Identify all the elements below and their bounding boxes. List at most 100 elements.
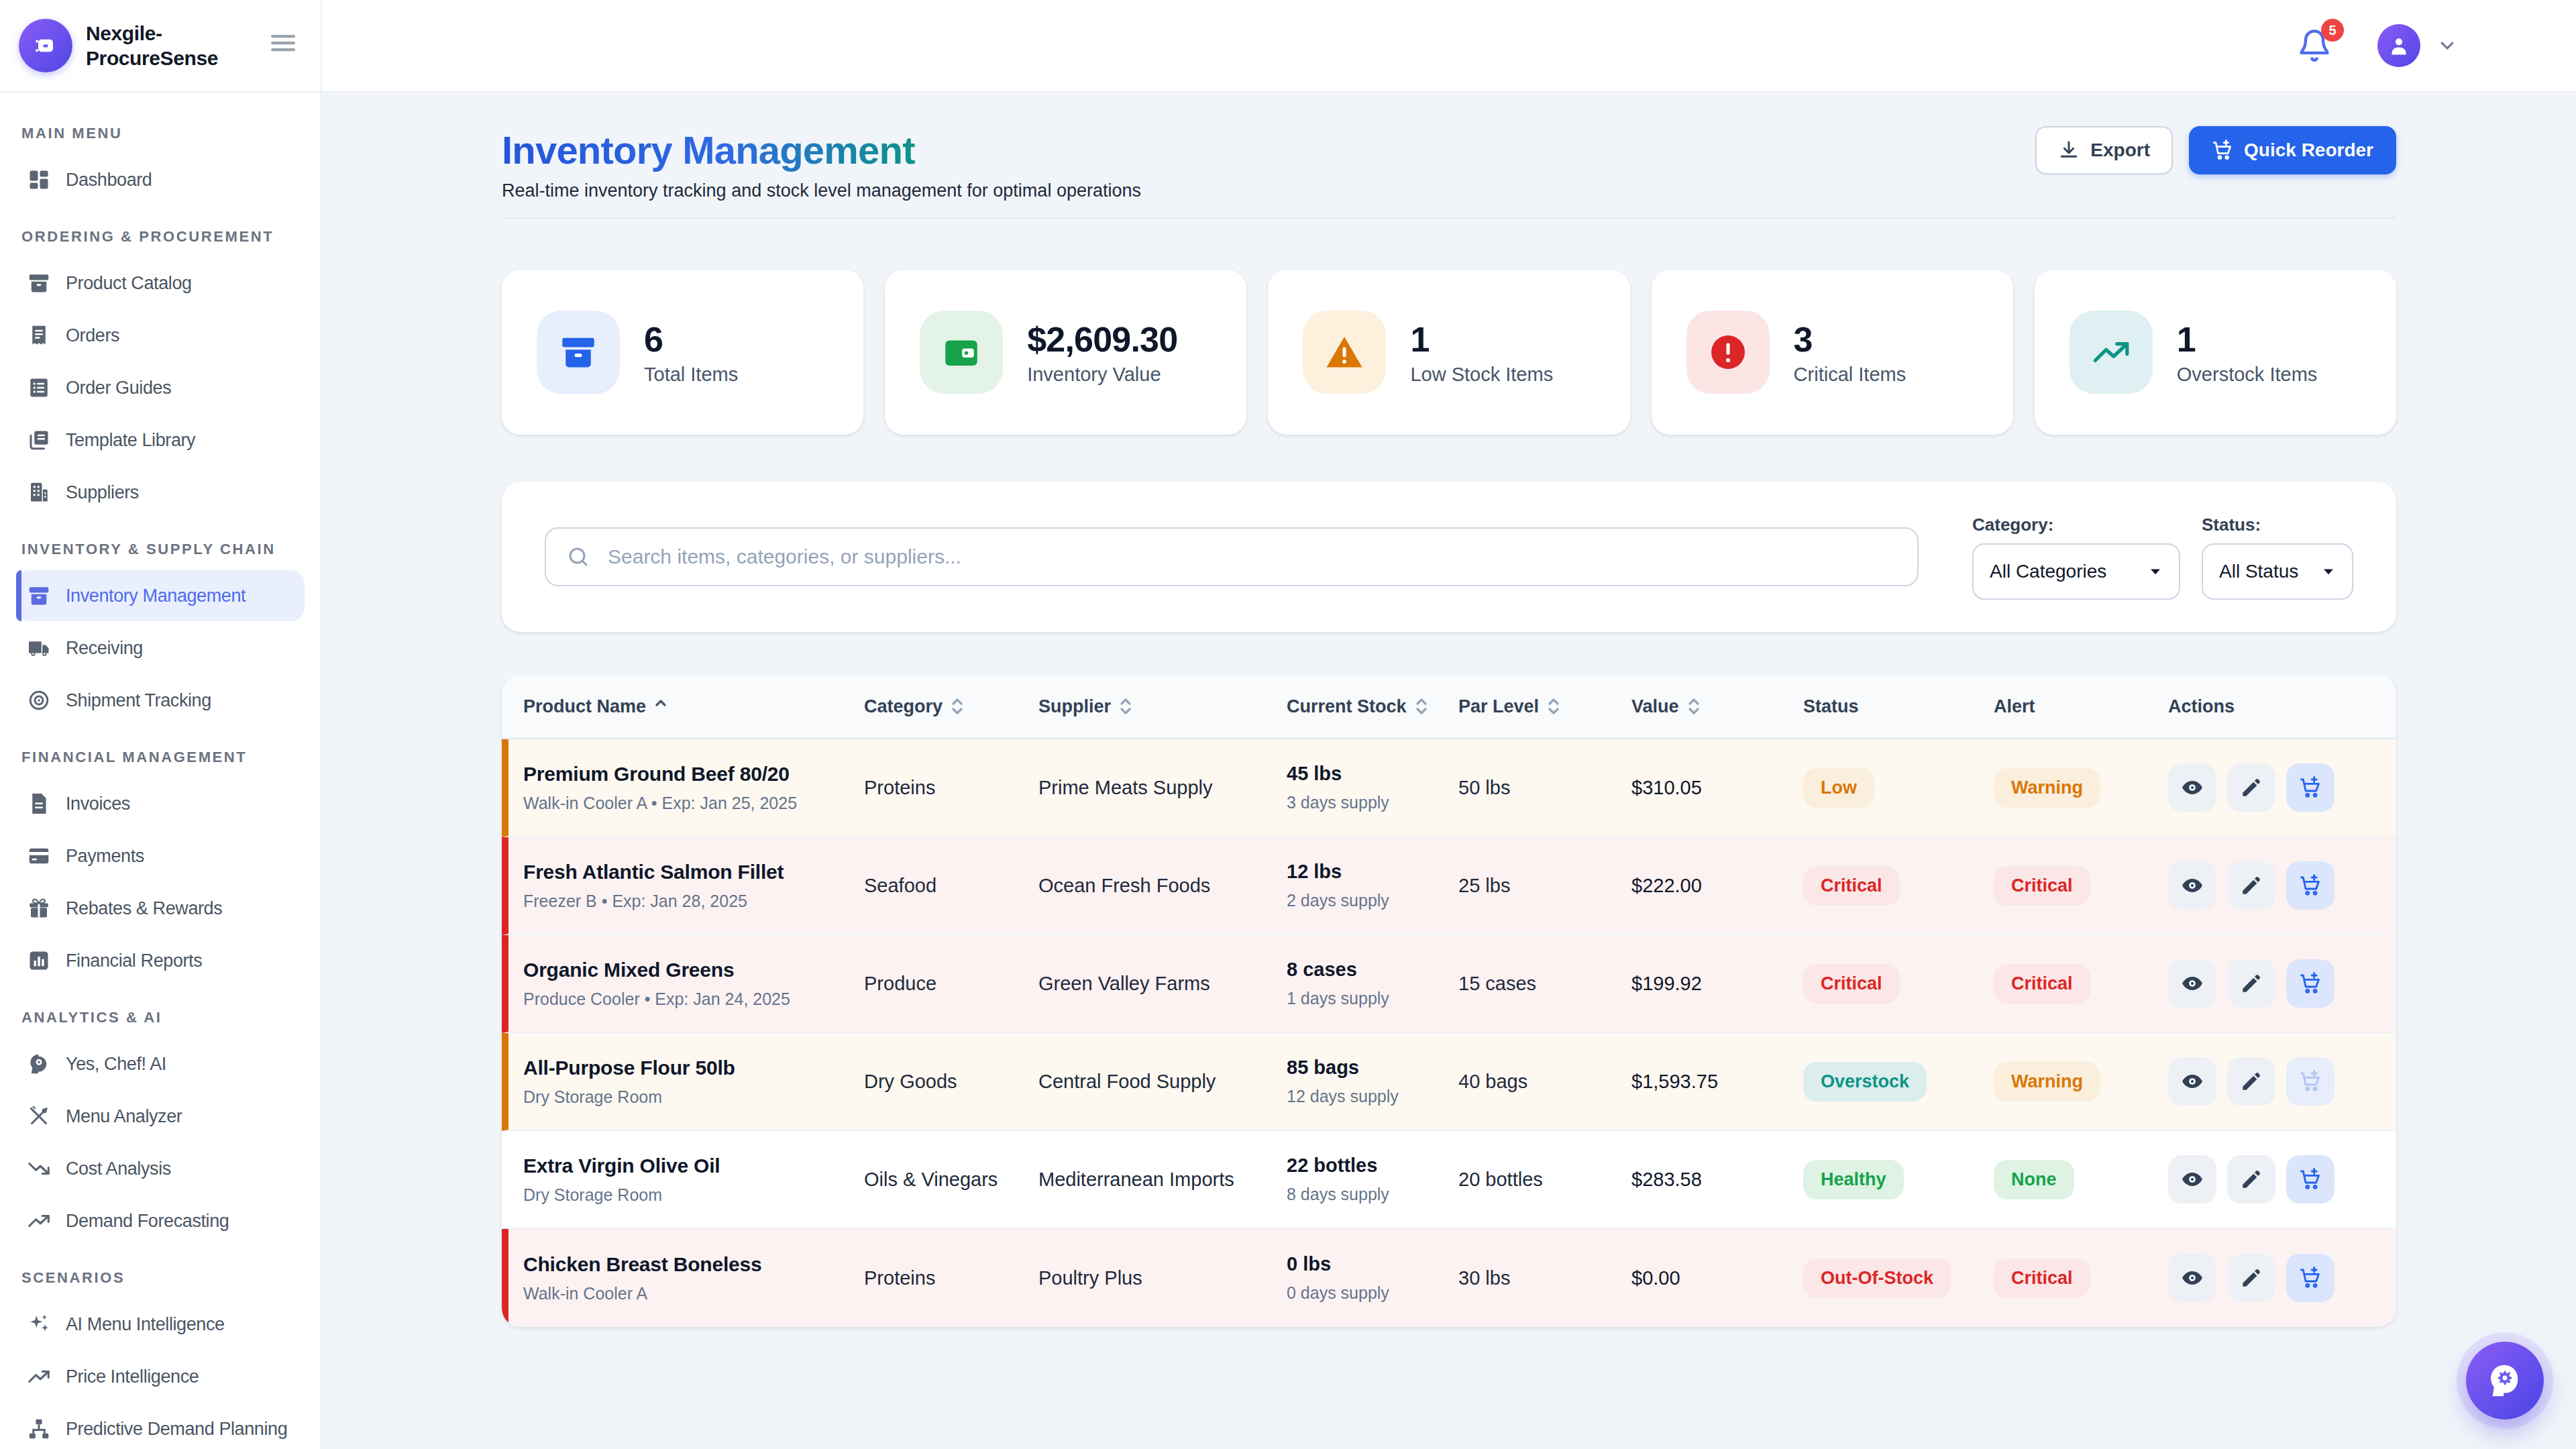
reorder-button[interactable] [2286,763,2334,812]
truck-icon [27,636,51,660]
reorder-button[interactable] [2286,1155,2334,1203]
sidebar-item-suppliers[interactable]: Suppliers [16,467,305,518]
radar-icon [27,688,51,712]
warning-triangle-icon [1303,311,1386,394]
sidebar-item-yes-chef-ai[interactable]: Yes, Chef! AI [16,1038,305,1089]
category-select[interactable]: All Categories [1972,543,2180,600]
reorder-button[interactable] [2286,1057,2334,1106]
notifications-button[interactable]: 5 [2297,28,2332,63]
column-header-supplier[interactable]: Supplier [1038,696,1287,717]
sidebar-item-receiving[interactable]: Receiving [16,623,305,674]
column-header-product-name[interactable]: Product Name [523,696,864,717]
stat-value: 6 [644,319,738,360]
product-name: Extra Virgin Olive Oil [523,1155,864,1177]
sidebar-item-ai-menu-intelligence[interactable]: AI Menu Intelligence [16,1299,305,1350]
edit-button[interactable] [2227,959,2275,1008]
trending-up-icon [27,1364,51,1389]
status-select[interactable]: All Status [2202,543,2353,600]
view-button[interactable] [2168,861,2216,910]
view-button[interactable] [2168,763,2216,812]
par-level-cell: 50 lbs [1458,777,1631,799]
view-button[interactable] [2168,1254,2216,1302]
stat-card-overstock-items: 1 Overstock Items [2035,270,2396,435]
current-stock: 85 bags [1287,1057,1458,1079]
product-meta: Walk-in Cooler A [523,1284,864,1303]
bar-chart-icon [27,949,51,973]
reorder-button[interactable] [2286,1254,2334,1302]
page: Inventory Management Real-time inventory… [322,93,2576,1449]
user-menu-chevron[interactable] [2436,35,2458,56]
sidebar-item-price-intelligence[interactable]: Price Intelligence [16,1351,305,1402]
view-button[interactable] [2168,959,2216,1008]
category-cell: Produce [864,973,1038,995]
column-header-alert: Alert [1994,696,2168,717]
sidebar-item-dashboard[interactable]: Dashboard [16,154,305,205]
sidebar-item-demand-forecasting[interactable]: Demand Forecasting [16,1195,305,1246]
sidebar-item-predictive-demand-planning[interactable]: Predictive Demand Planning [16,1403,305,1449]
product-meta: Walk-in Cooler A • Exp: Jan 25, 2025 [523,794,864,813]
sidebar-item-financial-reports[interactable]: Financial Reports [16,935,305,986]
app: Nexgile-ProcureSense MAIN MENU Dashboard… [0,0,2576,1449]
category-filter-label: Category: [1972,515,2180,535]
sidebar-item-product-catalog[interactable]: Product Catalog [16,258,305,309]
supplier-cell: Mediterranean Imports [1038,1169,1287,1191]
sidebar-item-menu-analyzer[interactable]: Menu Analyzer [16,1091,305,1142]
chevron-down-icon [2436,35,2458,56]
sidebar-item-cost-analysis[interactable]: Cost Analysis [16,1143,305,1194]
edit-button[interactable] [2227,763,2275,812]
sidebar-item-order-guides[interactable]: Order Guides [16,362,305,413]
product-name: Organic Mixed Greens [523,959,864,981]
ai-assistant-icon [2486,1362,2524,1399]
sidebar-section-label: SCENARIOS [0,1248,321,1297]
column-header-category[interactable]: Category [864,696,1038,717]
table-row: Premium Ground Beef 80/20 Walk-in Cooler… [502,739,2396,837]
trending-up-icon [2070,311,2153,394]
ai-assistant-fab[interactable] [2466,1342,2544,1419]
column-header-value[interactable]: Value [1631,696,1803,717]
edit-button[interactable] [2227,861,2275,910]
view-button[interactable] [2168,1155,2216,1203]
current-stock: 12 lbs [1287,861,1458,883]
avatar[interactable] [2377,24,2420,67]
supplier-cell: Prime Meats Supply [1038,777,1287,799]
sidebar-item-orders[interactable]: Orders [16,310,305,361]
sidebar-item-rebates-rewards[interactable]: Rebates & Rewards [16,883,305,934]
view-button[interactable] [2168,1057,2216,1106]
main-area: 5 Inventory Management Real-time invento… [322,0,2576,1449]
reorder-button[interactable] [2286,959,2334,1008]
search-icon [566,545,590,569]
sidebar-item-invoices[interactable]: Invoices [16,778,305,829]
status-badge: Out-Of-Stock [1803,1258,1951,1298]
stat-value: 3 [1794,319,1907,360]
column-header-par-level[interactable]: Par Level [1458,696,1631,717]
hamburger-menu-icon[interactable] [264,24,302,67]
trending-down-icon [27,1157,51,1181]
template-library-icon [27,428,51,452]
product-meta: Produce Cooler • Exp: Jan 24, 2025 [523,989,864,1009]
page-header: Inventory Management Real-time inventory… [502,93,2396,219]
table-row: Fresh Atlantic Salmon Fillet Freezer B •… [502,837,2396,935]
order-guides-icon [27,376,51,400]
edit-button[interactable] [2227,1254,2275,1302]
sidebar-header: Nexgile-ProcureSense [0,0,321,93]
value-cell: $222.00 [1631,875,1803,897]
sidebar-item-label: Suppliers [66,482,139,503]
par-level-cell: 30 lbs [1458,1267,1631,1289]
quick-reorder-button[interactable]: Quick Reorder [2189,126,2396,174]
alert-badge: Critical [1994,1258,2090,1298]
current-stock: 45 lbs [1287,763,1458,785]
search-input[interactable] [545,527,1919,586]
sidebar-item-payments[interactable]: Payments [16,830,305,881]
sidebar-item-label: Dashboard [66,170,152,191]
sidebar-item-template-library[interactable]: Template Library [16,415,305,466]
reorder-button[interactable] [2286,861,2334,910]
sidebar-item-label: Yes, Chef! AI [66,1054,166,1075]
export-button[interactable]: Export [2035,126,2173,174]
edit-button[interactable] [2227,1057,2275,1106]
edit-button[interactable] [2227,1155,2275,1203]
sidebar-item-inventory-management[interactable]: Inventory Management [16,570,305,621]
sidebar-item-shipment-tracking[interactable]: Shipment Tracking [16,675,305,726]
column-header-current-stock[interactable]: Current Stock [1287,696,1458,717]
days-supply: 8 days supply [1287,1185,1458,1204]
sidebar-section-label: MAIN MENU [0,103,321,153]
